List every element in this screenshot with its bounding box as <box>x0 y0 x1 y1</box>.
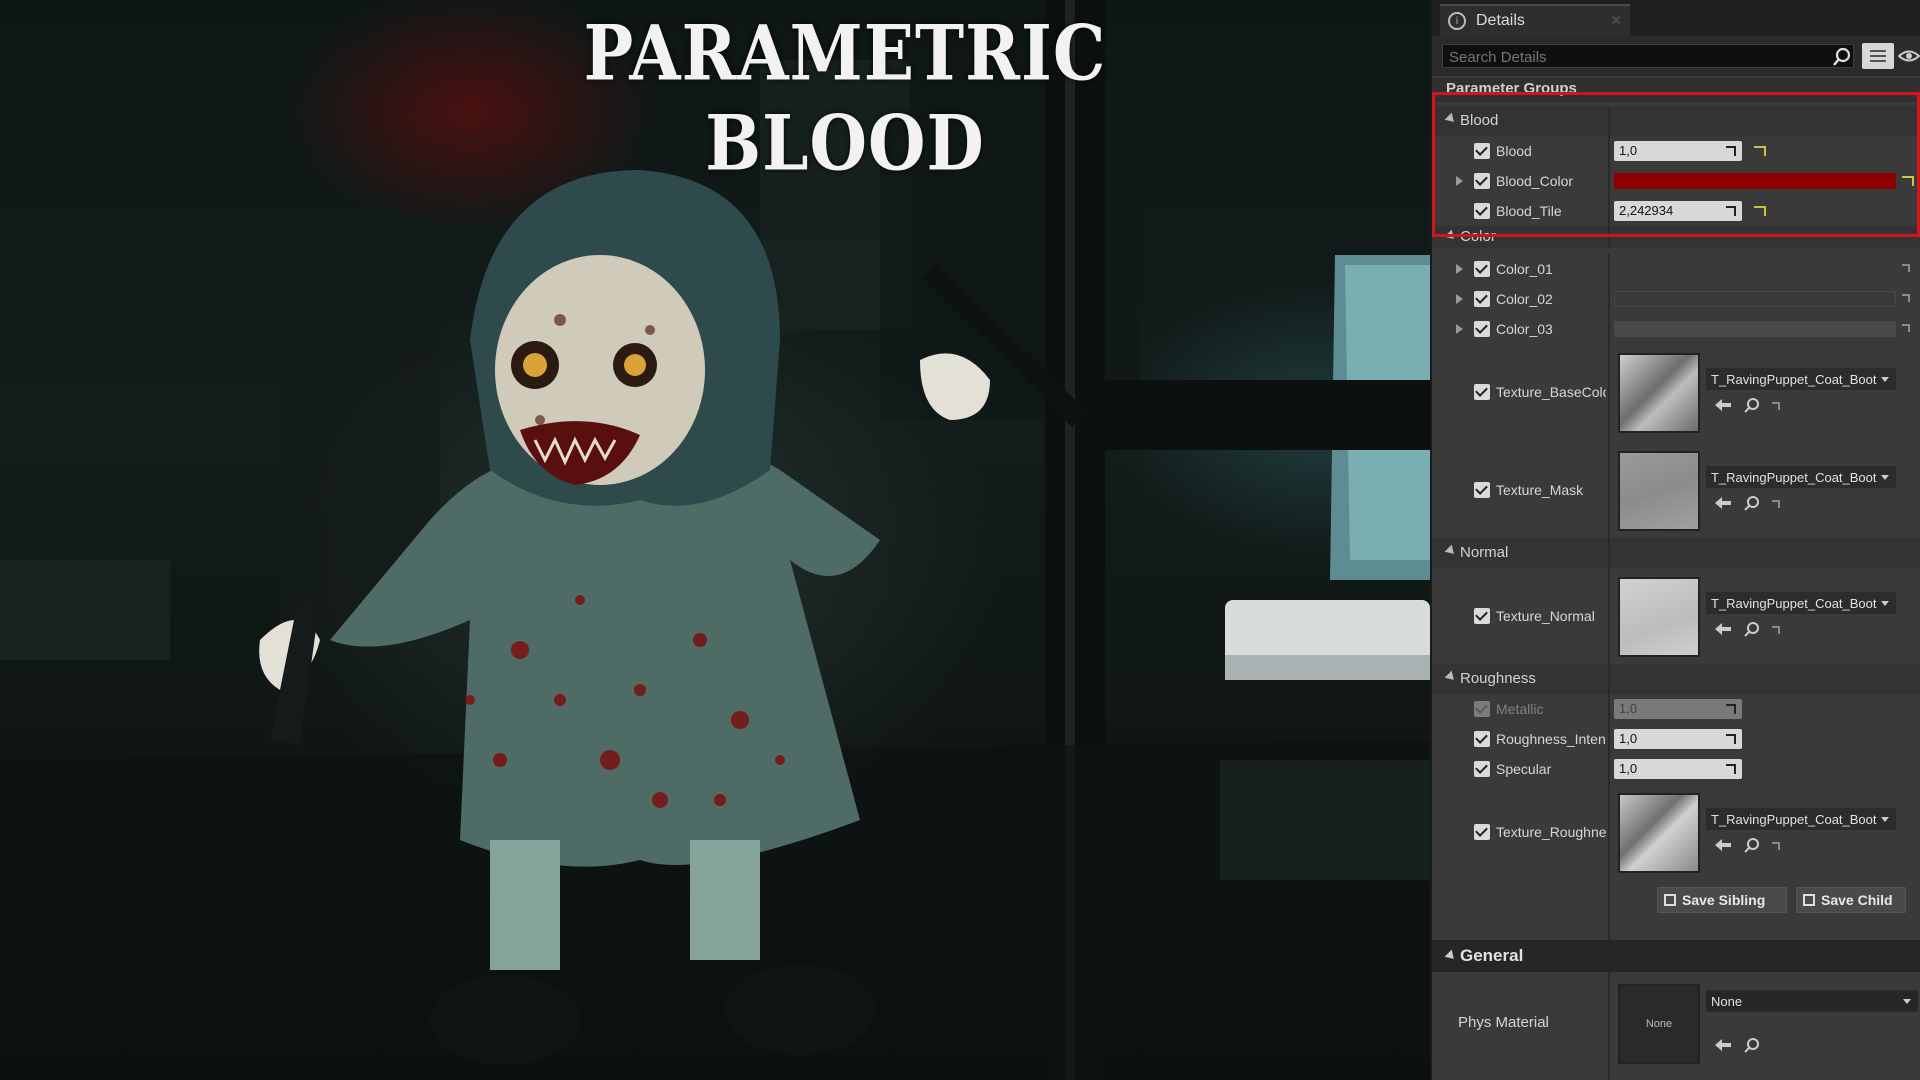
checkbox[interactable] <box>1474 291 1490 307</box>
close-icon[interactable]: ✕ <box>1610 12 1622 29</box>
value-field[interactable]: 1,0 <box>1614 729 1742 749</box>
checkbox[interactable] <box>1474 482 1490 498</box>
texture-thumbnail[interactable] <box>1618 451 1700 531</box>
param-label: Texture_Mask <box>1496 482 1584 498</box>
phys-material-label: Phys Material <box>1458 1014 1549 1031</box>
asset-dropdown[interactable]: T_RavingPuppet_Coat_Boot <box>1706 808 1896 830</box>
collapse-icon <box>1444 670 1458 684</box>
color-swatch[interactable] <box>1614 291 1896 307</box>
param-label: Color_02 <box>1496 291 1553 307</box>
checkbox[interactable] <box>1474 824 1490 840</box>
section-roughness[interactable]: Roughness <box>1432 664 1920 694</box>
browse-search-icon[interactable] <box>1744 397 1760 413</box>
overlay-title: PARAMETRIC BLOOD <box>583 8 1107 188</box>
general-body: Phys Material None None <box>1432 972 1920 1080</box>
save-icon <box>1803 894 1815 906</box>
highlight-frame <box>1432 92 1920 237</box>
use-selected-arrow-icon[interactable] <box>1714 838 1732 852</box>
checkbox[interactable] <box>1474 261 1490 277</box>
section-label: General <box>1460 946 1524 965</box>
param-label: Color_01 <box>1496 261 1553 277</box>
reset-arrow-icon[interactable] <box>1772 842 1780 850</box>
asset-dropdown[interactable]: T_RavingPuppet_Coat_Boot <box>1706 368 1896 390</box>
reset-arrow-icon[interactable] <box>1772 500 1780 508</box>
checkbox[interactable] <box>1474 731 1490 747</box>
color-swatch[interactable] <box>1614 321 1896 337</box>
texture-thumbnail[interactable] <box>1618 577 1700 657</box>
save-icon <box>1664 894 1676 906</box>
param-label: Texture_BaseColc <box>1496 384 1606 400</box>
expand-arrow-icon[interactable] <box>1456 324 1463 334</box>
expand-arrow-icon[interactable] <box>1456 294 1463 304</box>
phys-material-dropdown[interactable]: None <box>1706 990 1918 1012</box>
param-specular: Specular 1,0 <box>1432 754 1920 784</box>
save-child-label: Save Child <box>1821 892 1893 908</box>
info-icon: i <box>1448 12 1466 30</box>
value-field[interactable]: 1,0 <box>1614 699 1742 719</box>
param-label: Texture_Roughnes <box>1496 824 1606 840</box>
param-texture-basecolor: Texture_BaseColc T_RavingPuppet_Coat_Boo… <box>1432 344 1920 442</box>
reset-arrow-icon[interactable] <box>1772 402 1780 410</box>
checkbox[interactable] <box>1474 608 1490 624</box>
param-color-02: Color_02 <box>1432 284 1920 314</box>
color-swatch[interactable] <box>1614 261 1896 277</box>
reset-arrow-icon[interactable] <box>1902 294 1910 302</box>
use-selected-arrow-icon[interactable] <box>1714 1038 1732 1052</box>
param-texture-roughness: Texture_Roughnes T_RavingPuppet_Coat_Boo… <box>1432 784 1920 882</box>
browse-search-icon[interactable] <box>1744 837 1760 853</box>
collapse-icon <box>1444 544 1458 558</box>
tab-label: Details <box>1476 12 1525 29</box>
browse-search-icon[interactable] <box>1744 1037 1760 1053</box>
reset-arrow-icon[interactable] <box>1772 626 1780 634</box>
property-matrix-button[interactable] <box>1862 43 1894 69</box>
value-field[interactable]: 1,0 <box>1614 759 1742 779</box>
checkbox[interactable] <box>1474 761 1490 777</box>
search-icon <box>1833 47 1851 66</box>
reset-arrow-icon[interactable] <box>1902 264 1910 272</box>
param-texture-normal: Texture_Normal T_RavingPuppet_Coat_Boot <box>1432 568 1920 666</box>
section-general[interactable]: General <box>1432 940 1920 972</box>
reset-arrow-icon[interactable] <box>1902 324 1910 332</box>
save-sibling-button[interactable]: Save Sibling <box>1657 887 1787 913</box>
param-metallic: Metallic 1,0 <box>1432 694 1920 724</box>
param-color-01: Color_01 <box>1432 254 1920 284</box>
expand-arrow-icon[interactable] <box>1456 264 1463 274</box>
checkbox[interactable] <box>1474 384 1490 400</box>
param-label: Metallic <box>1496 701 1544 717</box>
asset-dropdown[interactable]: T_RavingPuppet_Coat_Boot <box>1706 466 1896 488</box>
browse-search-icon[interactable] <box>1744 495 1760 511</box>
save-sibling-label: Save Sibling <box>1682 892 1766 908</box>
tab-details[interactable]: i Details ✕ <box>1440 4 1630 36</box>
search-input[interactable] <box>1442 44 1854 68</box>
param-label: Texture_Normal <box>1496 608 1595 624</box>
param-label: Specular <box>1496 761 1552 777</box>
checkbox[interactable] <box>1474 701 1490 717</box>
param-roughness-intensity: Roughness_Intens 1,0 <box>1432 724 1920 754</box>
tab-bar: i Details ✕ <box>1432 0 1920 36</box>
texture-thumbnail[interactable] <box>1618 353 1700 433</box>
section-label: Roughness <box>1460 670 1536 687</box>
browse-search-icon[interactable] <box>1744 621 1760 637</box>
asset-dropdown[interactable]: T_RavingPuppet_Coat_Boot <box>1706 592 1896 614</box>
collapse-icon <box>1444 949 1458 963</box>
checkbox[interactable] <box>1474 321 1490 337</box>
param-texture-mask: Texture_Mask T_RavingPuppet_Coat_Boot <box>1432 442 1920 540</box>
section-label: Normal <box>1460 544 1509 561</box>
texture-thumbnail[interactable] <box>1618 793 1700 873</box>
section-normal[interactable]: Normal <box>1432 538 1920 568</box>
use-selected-arrow-icon[interactable] <box>1714 496 1732 510</box>
search-row <box>1432 36 1920 76</box>
save-child-button[interactable]: Save Child <box>1796 887 1906 913</box>
param-color-03: Color_03 <box>1432 314 1920 344</box>
viewport-3d[interactable]: PARAMETRIC BLOOD <box>0 0 1430 1080</box>
param-label: Roughness_Intens <box>1496 731 1606 747</box>
param-label: Color_03 <box>1496 321 1553 337</box>
use-selected-arrow-icon[interactable] <box>1714 398 1732 412</box>
eye-icon[interactable] <box>1898 47 1920 65</box>
phys-material-thumbnail[interactable]: None <box>1618 984 1700 1064</box>
use-selected-arrow-icon[interactable] <box>1714 622 1732 636</box>
